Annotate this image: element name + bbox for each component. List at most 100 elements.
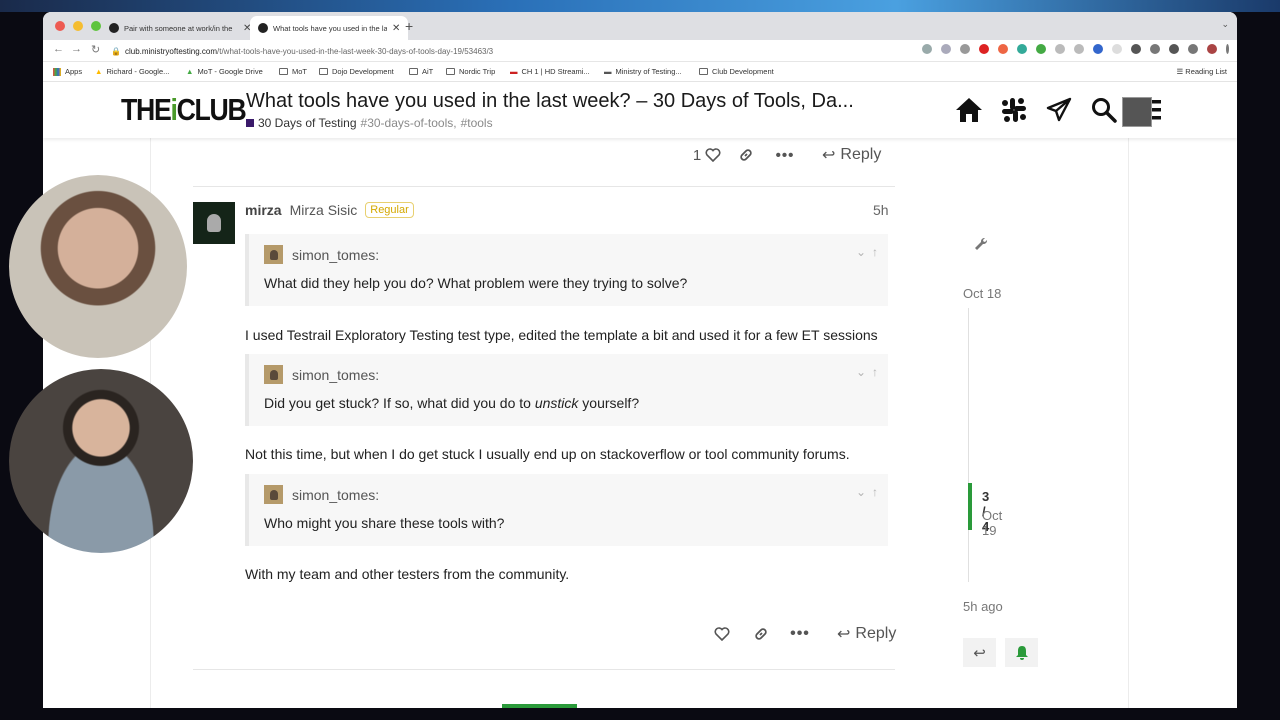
bookmark-ch1[interactable]: ▬ CH 1 | HD Streami... (510, 67, 590, 76)
close-window-button[interactable] (55, 21, 65, 31)
bookmark-richard[interactable]: ▲ Richard - Google... (95, 67, 169, 76)
tag-link[interactable]: #tools (461, 116, 493, 130)
bookmarks-bar: Apps ▲ Richard - Google... ▲ MoT - Google … (43, 62, 1237, 82)
site-icon: ▬ (604, 67, 612, 76)
reply-topic-button[interactable]: ↩ (963, 638, 996, 667)
share-link-button[interactable] (741, 623, 781, 645)
drive-icon: ▲ (186, 67, 194, 76)
user-avatar[interactable] (1122, 97, 1152, 127)
topic-meta: 30 Days of Testing #30-days-of-tools, #t… (246, 116, 493, 130)
extension-icon[interactable] (1093, 44, 1103, 54)
quote-author[interactable]: simon_tomes: (292, 487, 379, 503)
zoom-icon[interactable] (941, 44, 951, 54)
extension-icon[interactable] (1112, 44, 1122, 54)
reading-list-icon: ☰ (1176, 67, 1186, 76)
reply-button[interactable]: ↩ Reply (837, 624, 896, 644)
bookmark-ministry[interactable]: ▬ Ministry of Testing... (604, 67, 682, 76)
quote-author[interactable]: simon_tomes: (292, 367, 379, 383)
post-header: mirza Mirza Sisic Regular (245, 202, 414, 218)
extension-icon[interactable] (1131, 44, 1141, 54)
quote-text: What did they help you do? What problem … (264, 275, 688, 291)
address-bar: ← → ↻ 🔒 club.ministryoftesting.com/t/wha… (43, 40, 1237, 62)
extension-icon[interactable] (1150, 44, 1160, 54)
bookmark-mot-drive[interactable]: ▲ MoT - Google Drive (186, 67, 263, 76)
back-icon[interactable]: ← (53, 43, 64, 55)
puzzle-icon[interactable] (1169, 44, 1179, 54)
tab-pair[interactable]: Pair with someone at work/in the ✕ (101, 16, 259, 40)
forward-icon[interactable]: → (71, 43, 82, 55)
quote-controls: ⌄ ↑ (856, 485, 878, 499)
tab-tools[interactable]: What tools have you used in the la ✕ (250, 16, 409, 40)
reload-icon[interactable]: ↻ (91, 43, 100, 56)
maximize-window-button[interactable] (91, 21, 101, 31)
post-author-avatar[interactable] (193, 202, 235, 244)
extension-icon[interactable] (979, 44, 989, 54)
chevron-down-icon[interactable]: ⌄ (1221, 19, 1229, 30)
extension-icon[interactable] (998, 44, 1008, 54)
go-to-quoted-post-icon[interactable]: ↑ (872, 245, 878, 259)
like-button[interactable]: 1 (688, 144, 726, 166)
wrench-icon[interactable] (963, 228, 996, 257)
extension-icon[interactable] (1017, 44, 1027, 54)
minimize-window-button[interactable] (73, 21, 83, 31)
slack-icon[interactable] (999, 95, 1028, 124)
expand-quote-icon[interactable]: ⌄ (856, 245, 866, 259)
more-options-button[interactable]: ••• (781, 623, 819, 645)
webcam-feed-guest (9, 369, 193, 553)
bookmark-mot[interactable]: MoT (279, 67, 307, 76)
reply-arrow-icon: ↩ (973, 644, 986, 662)
bookmark-ait[interactable]: AiT (409, 67, 433, 76)
url-field[interactable]: 🔒 club.ministryoftesting.com/t/what-tool… (111, 43, 871, 59)
reply-button[interactable]: ↩ Reply (822, 145, 881, 165)
tab-bar: Pair with someone at work/in the ✕ What … (43, 12, 1237, 40)
post-divider (193, 186, 895, 187)
go-to-quoted-post-icon[interactable]: ↑ (872, 365, 878, 379)
topic-title[interactable]: What tools have you used in the last wee… (246, 90, 866, 113)
like-button[interactable] (703, 623, 741, 645)
quote-author[interactable]: simon_tomes: (292, 247, 379, 263)
bookmark-club-dev[interactable]: Club Development (699, 67, 774, 76)
go-to-quoted-post-icon[interactable]: ↑ (872, 485, 878, 499)
quote-controls: ⌄ ↑ (856, 365, 878, 379)
extension-icon[interactable] (1036, 44, 1046, 54)
post-fullname[interactable]: Mirza Sisic (290, 202, 358, 218)
extension-icon[interactable] (1055, 44, 1065, 54)
extension-icon[interactable] (1074, 44, 1084, 54)
club-logo[interactable]: THEiCLUB (121, 90, 247, 130)
quote-author-avatar (264, 245, 283, 264)
bookmark-nordic[interactable]: Nordic Trip (446, 67, 495, 76)
post-username[interactable]: mirza (245, 202, 282, 218)
profile-avatar[interactable] (1207, 44, 1217, 54)
menu-dots-icon[interactable] (1226, 44, 1229, 54)
home-icon[interactable] (954, 95, 983, 124)
expand-quote-icon[interactable]: ⌄ (856, 365, 866, 379)
post-paragraph: With my team and other testers from the … (245, 566, 570, 582)
cast-icon[interactable] (1188, 44, 1198, 54)
link-icon (755, 628, 767, 640)
close-tab-icon[interactable]: ✕ (392, 23, 400, 34)
send-icon[interactable] (1044, 95, 1073, 124)
quote-block: simon_tomes: ⌄ ↑ What did they help you d… (245, 234, 888, 306)
timeline-track[interactable] (968, 308, 969, 582)
post-date[interactable]: 5h (873, 202, 889, 218)
expand-quote-icon[interactable]: ⌄ (856, 485, 866, 499)
reading-list-button[interactable]: ☰ Reading List (1176, 67, 1227, 76)
share-icon[interactable] (922, 44, 932, 54)
search-icon[interactable] (1089, 95, 1118, 124)
bookmark-label: Apps (65, 67, 83, 76)
new-tab-button[interactable]: + (405, 18, 413, 34)
tag-link[interactable]: #30-days-of-tools, (361, 116, 457, 130)
github-icon (109, 23, 119, 33)
notification-bell-button[interactable] (1005, 638, 1038, 667)
more-options-button[interactable]: ••• (766, 144, 804, 166)
star-icon[interactable] (960, 44, 970, 54)
bookmark-apps[interactable]: Apps (53, 67, 82, 76)
timeline-end-date[interactable]: 5h ago (963, 599, 1003, 614)
timeline-start-date[interactable]: Oct 18 (963, 286, 1001, 301)
quote-text: Did you get stuck? If so, what did you d… (264, 395, 639, 411)
category-link[interactable]: 30 Days of Testing (258, 116, 357, 130)
share-link-button[interactable] (726, 144, 766, 166)
timeline-handle[interactable] (968, 483, 972, 530)
bookmark-dojo[interactable]: Dojo Development (319, 67, 394, 76)
heart-icon (705, 148, 721, 162)
